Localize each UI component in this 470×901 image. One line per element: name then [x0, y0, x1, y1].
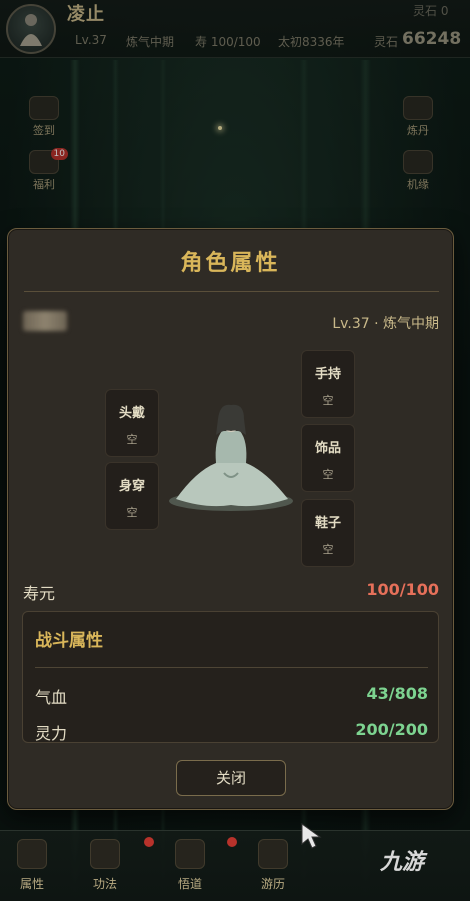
slot-name: 身穿	[118, 479, 145, 494]
slot-value: 空	[322, 394, 334, 407]
equip-slot-accessory[interactable]: 饰品 空	[301, 424, 355, 492]
slot-name: 手持	[314, 367, 341, 382]
pointer-cursor-icon	[301, 823, 322, 849]
equip-slot-hand[interactable]: 手持 空	[301, 350, 355, 418]
attr-mana-label: 灵力	[35, 724, 68, 743]
slot-value: 空	[126, 506, 138, 519]
slot-name: 鞋子	[314, 516, 341, 531]
blurred-character-name	[23, 311, 67, 331]
modal-title: 角色属性	[180, 251, 281, 276]
lifespan-value: 100/100	[366, 580, 439, 599]
attributes-icon	[17, 839, 47, 869]
slot-name: 头戴	[118, 406, 145, 421]
slot-name: 饰品	[314, 441, 341, 456]
travel-icon	[258, 839, 288, 869]
enlightenment-icon	[175, 839, 205, 869]
nav-label: 游历	[260, 877, 285, 891]
combat-title: 战斗属性	[35, 631, 103, 651]
close-button[interactable]: 关闭	[176, 760, 286, 796]
nav-attributes[interactable]: 属性	[2, 839, 62, 892]
equip-slot-shoes[interactable]: 鞋子 空	[301, 499, 355, 567]
equip-slot-head[interactable]: 头戴 空	[105, 389, 159, 457]
attr-mana-value: 200/200	[355, 720, 428, 739]
attr-hp-label: 气血	[35, 688, 68, 707]
level-realm: Lv.37 · 炼气中期	[332, 316, 439, 332]
nav-techniques[interactable]: 功法	[75, 839, 135, 892]
nav-label: 功法	[92, 877, 117, 891]
combat-attributes-panel[interactable]: 战斗属性 气血 43/808 灵力 200/200	[22, 611, 439, 743]
nav-label: 属性	[19, 877, 44, 891]
watermark: 九游	[380, 850, 425, 875]
attr-hp-value: 43/808	[366, 684, 428, 703]
equip-slot-body[interactable]: 身穿 空	[105, 462, 159, 530]
nav-label: 悟道	[177, 877, 202, 891]
divider	[24, 291, 439, 292]
techniques-icon	[90, 839, 120, 869]
slot-value: 空	[322, 468, 334, 481]
divider	[35, 667, 428, 668]
notification-dot	[144, 837, 154, 847]
slot-value: 空	[126, 433, 138, 446]
nav-enlightenment[interactable]: 悟道	[144, 837, 220, 892]
nav-travel[interactable]: 游历	[227, 837, 303, 892]
lifespan-label: 寿元	[23, 584, 56, 603]
notification-dot	[227, 837, 237, 847]
character-attributes-modal: 角色属性 Lv.37 · 炼气中期 头戴 空 身穿 空 手持 空 饰品 空 鞋子…	[7, 228, 454, 810]
character-portrait	[169, 404, 293, 511]
slot-value: 空	[322, 543, 334, 556]
